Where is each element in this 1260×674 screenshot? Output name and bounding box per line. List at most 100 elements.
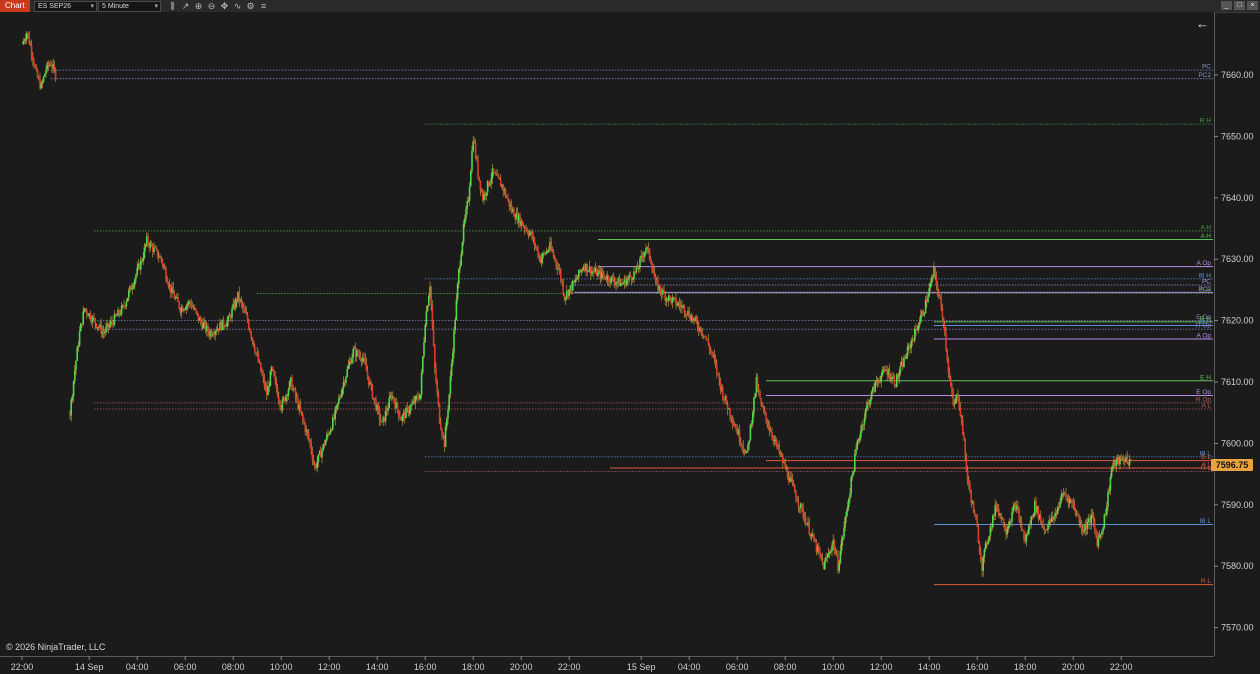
candle-body <box>104 332 106 334</box>
candle-body <box>108 324 111 328</box>
candle-body <box>602 271 604 276</box>
candle-body <box>478 176 480 181</box>
candle-body <box>1008 521 1011 527</box>
candle-body <box>329 430 332 434</box>
candle-body <box>645 248 647 253</box>
candle-body <box>802 507 804 518</box>
candle-body <box>996 507 999 509</box>
candle-body <box>1106 506 1108 515</box>
crosshair-icon[interactable]: ✥ <box>218 0 231 12</box>
candle-body <box>760 398 762 406</box>
candle-body <box>226 320 228 327</box>
candle-body <box>1059 502 1061 508</box>
candle-body <box>399 416 401 419</box>
candle-body <box>1053 516 1055 520</box>
candle-body <box>702 334 705 337</box>
candle-body <box>758 389 760 392</box>
candle-body <box>366 371 369 377</box>
back-arrow-icon[interactable]: ← <box>1196 16 1209 31</box>
x-tick-label: 12:00 <box>870 662 893 672</box>
candle-body <box>453 329 455 353</box>
candle-body <box>411 403 413 406</box>
candle-body <box>393 396 395 402</box>
zoom-out-icon[interactable]: ⊖ <box>205 0 218 12</box>
chart-tab[interactable]: Chart <box>0 0 30 12</box>
candle-body <box>264 386 267 388</box>
candle-body <box>306 429 309 434</box>
copyright-text: © 2026 NinjaTrader, LLC <box>6 642 106 652</box>
properties-icon[interactable]: ≡ <box>257 0 270 12</box>
indicators-icon[interactable]: ∿ <box>231 0 244 12</box>
candle-body <box>341 388 344 396</box>
candle-body <box>371 385 374 399</box>
candle-body <box>1091 514 1094 516</box>
level-label: IB L <box>1199 518 1211 525</box>
close-button[interactable]: × <box>1247 1 1258 10</box>
candle-body <box>424 325 426 343</box>
candle-body <box>840 540 843 551</box>
candle-body <box>669 295 671 298</box>
candle-body <box>347 365 350 369</box>
candle-body <box>663 289 665 294</box>
draw-tool-icon[interactable]: ↗ <box>179 0 192 12</box>
instrument-select[interactable]: ES SEP26 ▾ <box>34 1 97 12</box>
candle-body <box>1098 535 1101 538</box>
candle-body <box>465 208 467 219</box>
candle-body <box>419 394 422 400</box>
price-chart[interactable]: 7570.00 7580.00 7590.00 7600.00 7610.00 7620.… <box>0 12 1260 674</box>
interval-select[interactable]: 5 Minute ▾ <box>98 1 161 12</box>
candle-body <box>78 331 81 346</box>
level-label: E H <box>1200 374 1211 381</box>
candle-body <box>1095 529 1097 536</box>
candle-body <box>947 360 950 373</box>
candle-body <box>1030 516 1032 525</box>
candle-body <box>898 373 900 378</box>
candle-body <box>242 303 244 308</box>
candle-body <box>1070 498 1072 501</box>
candle-body <box>504 189 507 197</box>
candle-body <box>1094 520 1096 530</box>
candle-body <box>653 272 656 278</box>
candle-body <box>74 370 76 382</box>
candle-body <box>647 247 650 249</box>
candle-body <box>537 248 539 257</box>
candle-body <box>272 366 274 371</box>
candle-body <box>730 416 732 420</box>
candle-body <box>1020 522 1023 530</box>
candle-body <box>962 419 964 435</box>
candle-body <box>731 419 734 424</box>
bar-type-icon[interactable]: ⫼ <box>166 0 179 12</box>
candle-body <box>302 414 304 420</box>
minimize-button[interactable]: _ <box>1221 1 1232 10</box>
candle-body <box>880 375 882 382</box>
candle-body <box>860 430 862 438</box>
candle-body <box>189 301 191 303</box>
zoom-in-icon[interactable]: ⊕ <box>192 0 205 12</box>
candle-body <box>528 233 531 236</box>
candle-body <box>626 279 628 286</box>
candle-body <box>441 429 443 435</box>
candle-body <box>978 542 981 552</box>
candle-body <box>1018 510 1020 521</box>
candle-body <box>261 371 263 375</box>
candle-body <box>983 549 986 558</box>
candle-body <box>765 412 767 419</box>
candle-body <box>143 247 146 258</box>
candle-body <box>796 499 798 502</box>
candle-body <box>551 249 554 253</box>
candle-body <box>608 276 610 282</box>
candle-body <box>1100 534 1102 536</box>
candle-body <box>436 382 438 393</box>
candle-body <box>174 297 177 299</box>
candle-body <box>611 276 614 278</box>
maximize-button[interactable]: □ <box>1234 1 1245 10</box>
candle-body <box>556 264 558 270</box>
candle-body <box>352 348 354 358</box>
candle-body <box>794 485 796 493</box>
candle-body <box>780 453 783 456</box>
candle-body <box>200 318 202 323</box>
candle-body <box>156 249 159 258</box>
strategies-icon[interactable]: ⚙ <box>244 0 257 12</box>
candle-body <box>351 357 353 364</box>
candle-body <box>834 550 837 554</box>
